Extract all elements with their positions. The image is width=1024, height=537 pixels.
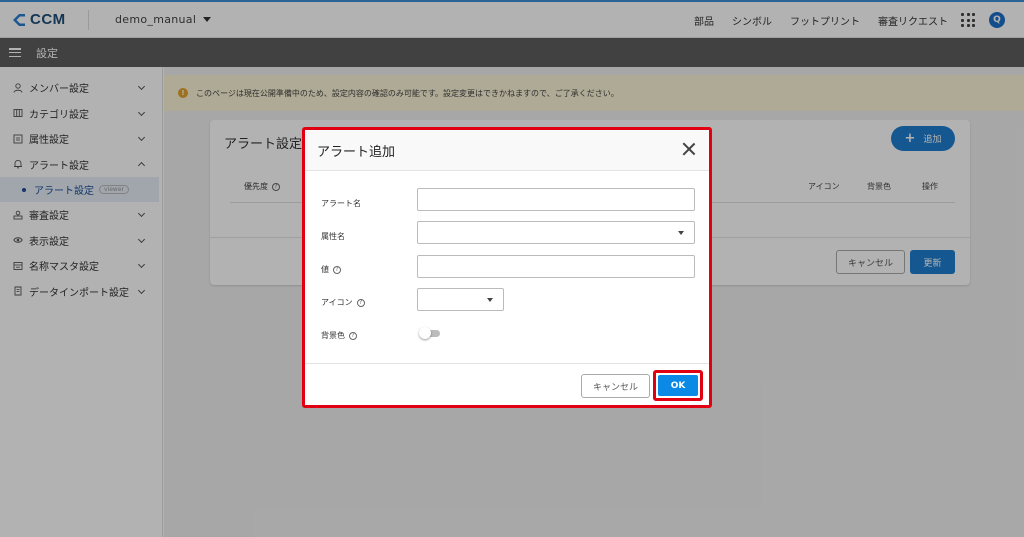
help-icon[interactable]: ?: [356, 298, 365, 307]
alert-name-label: アラート名: [321, 199, 361, 208]
dialog-footer-divider: [305, 363, 709, 364]
help-icon[interactable]: ?: [333, 265, 341, 274]
close-icon[interactable]: [682, 142, 696, 156]
value-label: 値?: [321, 264, 341, 275]
add-alert-dialog: アラート追加 アラート名 属性名 値? アイコン? 背景色? キャンセル OK: [302, 127, 712, 408]
toggle-knob: [419, 327, 431, 339]
dropdown-arrow-icon: [487, 298, 493, 302]
ok-button-highlight: OK: [653, 370, 703, 401]
ok-button[interactable]: OK: [658, 375, 698, 396]
attribute-name-label: 属性名: [321, 232, 345, 241]
icon-label: アイコン?: [321, 297, 365, 308]
dialog-header: アラート追加: [305, 130, 709, 171]
help-icon[interactable]: ?: [349, 331, 357, 340]
background-label: 背景色?: [321, 330, 357, 341]
dialog-title: アラート追加: [317, 144, 396, 160]
dropdown-arrow-icon: [678, 231, 684, 235]
value-input[interactable]: [417, 255, 695, 278]
icon-select[interactable]: [417, 288, 504, 311]
background-toggle[interactable]: [417, 327, 441, 340]
dialog-cancel-button[interactable]: キャンセル: [581, 374, 650, 398]
attribute-name-select[interactable]: [417, 221, 695, 244]
alert-name-input[interactable]: [417, 188, 695, 211]
